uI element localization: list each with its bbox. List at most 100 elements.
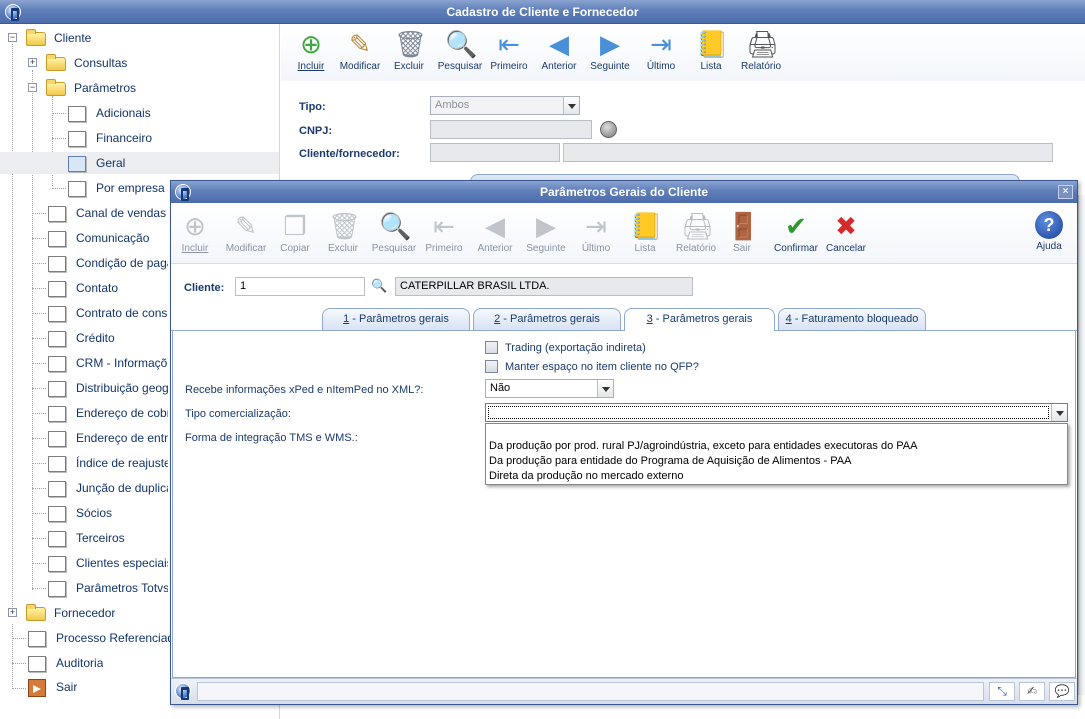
- tree-node-canal-vendas[interactable]: Canal de vendas: [48, 202, 166, 224]
- tipo-select[interactable]: Ambos: [430, 96, 580, 115]
- tab-parametros-gerais-2[interactable]: 2 - Parâmetros gerais: [473, 308, 621, 330]
- tree-node-por-empresa[interactable]: Por empresa: [68, 177, 165, 199]
- dialog-cliente-code-input[interactable]: 1: [235, 277, 365, 296]
- document-icon: [48, 530, 66, 547]
- tree-node-geral[interactable]: Geral: [0, 152, 279, 174]
- dialog-seguinte-button[interactable]: ▶ Seguinte: [525, 211, 567, 254]
- trash-delete-icon: 🗑: [328, 211, 362, 241]
- tree-node-crm[interactable]: CRM - Informações: [48, 352, 168, 374]
- dropdown-option-producao-rural[interactable]: Da produção por prod. rural PJ/agroindús…: [486, 439, 1067, 454]
- tab-faturamento-bloqueado[interactable]: 4 - Faturamento bloqueado: [778, 308, 926, 330]
- tipo-comercializacao-label: Tipo comercialização:: [185, 408, 291, 420]
- tree-node-cliente[interactable]: Cliente: [26, 27, 91, 49]
- tree-node-endereco-entrega[interactable]: Endereço de entreg: [48, 427, 168, 449]
- dropdown-option-paa[interactable]: Da produção para entidade do Programa de…: [486, 454, 1067, 469]
- collapse-cliente-toggle[interactable]: −: [8, 33, 17, 42]
- tree-node-contato[interactable]: Contato: [48, 277, 118, 299]
- tipo-label: Tipo:: [299, 101, 326, 113]
- lista-button[interactable]: 📒 Lista: [691, 29, 731, 72]
- dialog-confirmar-button[interactable]: ✔ Confirmar: [773, 211, 819, 254]
- seguinte-button[interactable]: ▶ Seguinte: [589, 29, 631, 72]
- dialog-incluir-button[interactable]: ⊕ Incluir: [177, 211, 213, 254]
- resize-arrows-icon[interactable]: ⤡: [989, 682, 1015, 701]
- expand-consultas-toggle[interactable]: +: [28, 58, 37, 67]
- document-icon: [48, 455, 66, 472]
- chat-bubble-icon[interactable]: 💬: [1049, 682, 1075, 701]
- dialog-cancelar-button[interactable]: ✖ Cancelar: [825, 211, 867, 254]
- notes-pencil-icon[interactable]: ✍: [1019, 682, 1045, 701]
- tree-node-fornecedor[interactable]: Fornecedor: [26, 602, 115, 624]
- modificar-button[interactable]: ✎ Modificar: [337, 29, 383, 72]
- dialog-pesquisar-button[interactable]: 🔍 Pesquisar: [371, 211, 417, 254]
- anterior-button[interactable]: ◀ Anterior: [539, 29, 579, 72]
- manter-espaco-checkbox[interactable]: [485, 360, 498, 373]
- document-icon: [48, 355, 66, 372]
- dialog-title: Parâmetros Gerais do Cliente: [539, 185, 709, 199]
- dialog-primeiro-button[interactable]: ⇤ Primeiro: [423, 211, 465, 254]
- cancel-x-icon: ✖: [835, 211, 857, 241]
- dropdown-option-mercado-externo[interactable]: Direta da produção no mercado externo: [486, 469, 1067, 484]
- dialog-anterior-button[interactable]: ◀ Anterior: [475, 211, 515, 254]
- tree-node-distribuicao[interactable]: Distribuição geogra: [48, 377, 168, 399]
- dialog-ultimo-button[interactable]: ⇥ Último: [577, 211, 615, 254]
- tree-node-condicao-pagamento[interactable]: Condição de pagan: [48, 252, 168, 274]
- tab-parametros-gerais-1[interactable]: 1 - Parâmetros gerais: [322, 308, 470, 330]
- relatorio-button[interactable]: 🖨 Relatório: [739, 29, 783, 72]
- primeiro-button[interactable]: ⇤ Primeiro: [489, 29, 529, 72]
- tree-node-terceiros[interactable]: Terceiros: [48, 527, 125, 549]
- dialog-ajuda-button[interactable]: ? Ajuda: [1033, 211, 1065, 252]
- cliente-fornecedor-code-input[interactable]: [430, 143, 560, 162]
- first-record-arrow-icon: ⇤: [498, 29, 520, 59]
- dialog-modificar-button[interactable]: ✎ Modificar: [223, 211, 269, 254]
- document-icon: [68, 130, 86, 147]
- excluir-button[interactable]: 🗑 Excluir: [389, 29, 429, 72]
- expand-fornecedor-toggle[interactable]: +: [8, 608, 17, 617]
- tree-node-financeiro[interactable]: Financeiro: [68, 127, 152, 149]
- trading-checkbox[interactable]: [485, 341, 498, 354]
- tree-node-credito[interactable]: Crédito: [48, 327, 115, 349]
- info-circle-icon[interactable]: [600, 121, 617, 138]
- document-icon: [48, 405, 66, 422]
- dialog-excluir-button[interactable]: 🗑 Excluir: [323, 211, 363, 254]
- cliente-fornecedor-name-input[interactable]: [563, 143, 1053, 162]
- tree-node-auditoria[interactable]: Auditoria: [28, 652, 103, 674]
- previous-arrow-icon: ◀: [549, 29, 569, 59]
- collapse-parametros-toggle[interactable]: −: [28, 83, 37, 92]
- dialog-cliente-label: Cliente:: [184, 282, 225, 294]
- tree-node-juncao-duplicata[interactable]: Junção de duplicata: [48, 477, 168, 499]
- ultimo-button[interactable]: ⇥ Último: [641, 29, 681, 72]
- document-icon: [48, 555, 66, 572]
- recebe-xml-select[interactable]: Não: [485, 379, 614, 398]
- incluir-button[interactable]: ⊕ Incluir: [293, 29, 329, 72]
- tree-node-parametros[interactable]: Parâmetros: [46, 77, 136, 99]
- copy-documents-icon: ❐: [283, 211, 307, 241]
- document-icon: [48, 580, 66, 597]
- tree-node-parametros-totvs[interactable]: Parâmetros Totvs C: [48, 577, 168, 599]
- dialog-sair-button[interactable]: 🚪 Sair: [727, 211, 759, 254]
- dialog-relatorio-button[interactable]: 🖨 Relatório: [673, 211, 719, 254]
- tree-node-comunicacao[interactable]: Comunicação: [48, 227, 149, 249]
- dialog-copiar-button[interactable]: ❐ Copiar: [275, 211, 315, 254]
- tree-node-socios[interactable]: Sócios: [48, 502, 112, 524]
- tree-node-consultas[interactable]: Consultas: [46, 52, 127, 74]
- document-icon: [48, 430, 66, 447]
- tab-parametros-gerais-3[interactable]: 3 - Parâmetros gerais: [624, 308, 775, 331]
- dialog-toolbar: ⊕ Incluir ✎ Modificar ❐ Copiar 🗑 Excluir 🔍 Pe…: [171, 204, 1077, 264]
- dialog-lista-button[interactable]: 📒 Lista: [627, 211, 663, 254]
- tree-node-clientes-especiais[interactable]: Clientes especiais -: [48, 552, 168, 574]
- tree-node-indice-reajuste[interactable]: Índice de reajuste: [48, 452, 168, 474]
- dialog-cliente-search-icon[interactable]: 🔍: [371, 278, 387, 294]
- tree-node-sair[interactable]: Sair: [28, 676, 77, 698]
- pesquisar-button[interactable]: 🔍 Pesquisar: [437, 29, 483, 72]
- cnpj-input[interactable]: [430, 120, 592, 139]
- tipo-comercializacao-select[interactable]: [485, 403, 1068, 422]
- chevron-down-icon: [563, 97, 579, 114]
- tree-node-endereco-cobranca[interactable]: Endereço de cobra: [48, 402, 168, 424]
- close-icon[interactable]: ×: [1058, 185, 1073, 199]
- tree-node-adicionais[interactable]: Adicionais: [68, 102, 151, 124]
- tree-node-processo-referenciado[interactable]: Processo Referenciado: [28, 627, 173, 649]
- exit-door-icon: [28, 678, 46, 697]
- dropdown-option-empty[interactable]: [486, 424, 1067, 439]
- tree-node-contrato-consignacao[interactable]: Contrato de consig: [48, 302, 168, 324]
- printer-icon: 🖨: [746, 29, 780, 59]
